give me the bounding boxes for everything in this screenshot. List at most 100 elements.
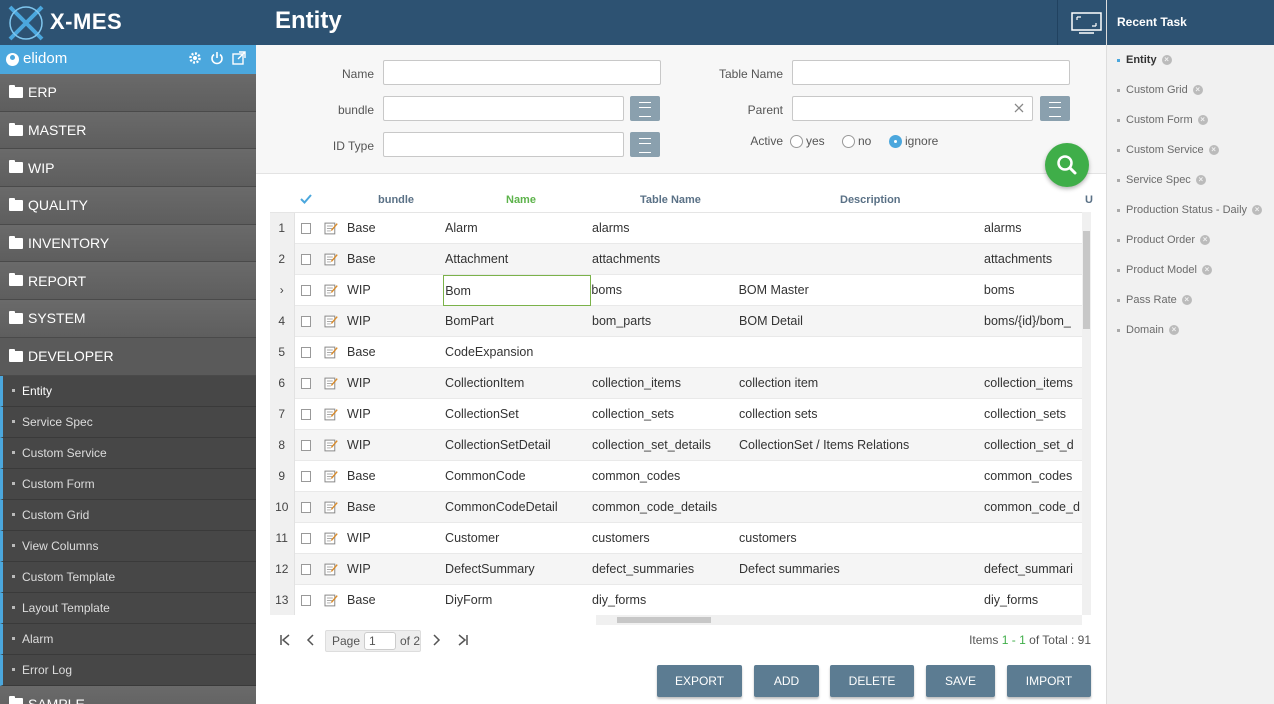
row-checkbox[interactable] [300, 470, 312, 482]
cell-name[interactable]: CollectionItem [445, 368, 592, 399]
edit-icon[interactable] [324, 438, 339, 452]
first-page-icon[interactable] [279, 634, 291, 646]
submenu-item-custom-form[interactable]: Custom Form [0, 468, 256, 500]
cell-bundle[interactable]: Base [347, 593, 445, 607]
submenu-item-service-spec[interactable]: Service Spec [0, 406, 256, 438]
cell-table-name[interactable]: defect_summaries [592, 562, 739, 576]
cell-url[interactable]: diy_forms [984, 593, 1082, 607]
table-row[interactable]: 10 Base CommonCodeDetail common_code_detail… [270, 491, 1082, 523]
column-header-url[interactable]: U [1085, 194, 1093, 206]
cell-name[interactable]: DefectSummary [445, 554, 592, 585]
cell-name[interactable]: Alarm [445, 213, 592, 244]
edit-icon[interactable] [324, 376, 339, 390]
menu-item-inventory[interactable]: INVENTORY [0, 224, 256, 263]
parent-search-button[interactable] [1040, 96, 1070, 121]
menu-item-sample[interactable]: SAMPLE [0, 685, 256, 704]
delete-button[interactable]: DELETE [830, 665, 914, 697]
fullscreen-monitor-icon[interactable] [1071, 12, 1102, 34]
cell-name[interactable]: DiyForm [445, 585, 592, 616]
add-button[interactable]: ADD [754, 665, 819, 697]
menu-item-system[interactable]: SYSTEM [0, 300, 256, 338]
cell-table-name[interactable]: boms [591, 283, 738, 297]
id-type-picker-button[interactable] [630, 132, 660, 157]
cell-table-name[interactable]: collection_set_details [592, 438, 739, 452]
next-page-icon[interactable] [430, 634, 442, 646]
column-header-bundle[interactable]: bundle [378, 194, 414, 206]
close-icon[interactable]: × [1208, 145, 1219, 155]
recent-task-item[interactable]: Entity × [1107, 45, 1274, 75]
scrollbar-thumb[interactable] [1083, 231, 1090, 329]
cell-name[interactable]: CodeExpansion [445, 337, 592, 368]
cell-url[interactable]: attachments [984, 252, 1082, 266]
row-checkbox[interactable] [300, 408, 312, 420]
cell-bundle[interactable]: WIP [347, 314, 445, 328]
table-name-input[interactable] [792, 60, 1070, 85]
row-checkbox[interactable] [300, 377, 312, 389]
table-row[interactable]: 8 WIP CollectionSetDetail collection_set_de… [270, 429, 1082, 461]
menu-item-report[interactable]: REPORT [0, 262, 256, 301]
submenu-item-custom-template[interactable]: Custom Template [0, 561, 256, 593]
row-checkbox[interactable] [300, 346, 312, 358]
cell-name[interactable]: CommonCode [445, 461, 592, 492]
row-checkbox[interactable] [300, 284, 312, 296]
recent-task-item[interactable]: Production Status - Daily × [1107, 195, 1274, 225]
cell-bundle[interactable]: Base [347, 469, 445, 483]
table-row[interactable]: 12 WIP DefectSummary defect_summaries Defect… [270, 553, 1082, 585]
scrollbar-thumb[interactable] [617, 617, 711, 623]
radio-button[interactable] [889, 134, 902, 148]
row-checkbox[interactable] [300, 315, 312, 327]
horizontal-scrollbar[interactable] [596, 615, 1082, 625]
close-icon[interactable]: × [1197, 115, 1208, 125]
cell-table-name[interactable]: common_code_details [592, 500, 739, 514]
edit-icon[interactable] [324, 283, 339, 297]
active-radio-no[interactable]: no [842, 134, 871, 148]
cell-description[interactable]: collection item [739, 376, 984, 390]
close-icon[interactable]: × [1201, 265, 1212, 275]
external-link-icon[interactable] [232, 51, 246, 65]
table-row[interactable]: 1 Base Alarm alarms alarms [270, 213, 1082, 244]
row-checkbox[interactable] [300, 501, 312, 513]
search-button[interactable] [1045, 143, 1089, 187]
submenu-item-view-columns[interactable]: View Columns [0, 530, 256, 562]
submenu-item-custom-grid[interactable]: Custom Grid [0, 499, 256, 531]
recent-task-item[interactable]: Custom Grid × [1107, 75, 1274, 105]
submenu-item-custom-service[interactable]: Custom Service [0, 437, 256, 469]
edit-icon[interactable] [324, 407, 339, 421]
column-header-description[interactable]: Description [840, 194, 901, 206]
close-icon[interactable]: × [1200, 235, 1211, 245]
bundle-input[interactable] [383, 96, 624, 121]
cell-table-name[interactable]: bom_parts [592, 314, 739, 328]
close-icon[interactable]: × [1195, 175, 1206, 185]
table-row[interactable]: 6 WIP CollectionItem collection_items collec… [270, 367, 1082, 399]
edit-icon[interactable] [324, 314, 339, 328]
recent-task-item[interactable]: Pass Rate × [1107, 285, 1274, 315]
table-row[interactable]: 2 Base Attachment attachments attachments [270, 243, 1082, 275]
row-checkbox[interactable] [300, 439, 312, 451]
cell-description[interactable]: customers [739, 531, 984, 545]
cell-bundle[interactable]: Base [347, 221, 445, 235]
close-icon[interactable]: × [1181, 295, 1192, 305]
row-checkbox[interactable] [300, 594, 312, 606]
cell-description[interactable]: BOM Master [739, 283, 984, 297]
cell-name[interactable]: Bom [443, 274, 592, 306]
cell-name[interactable]: Customer [445, 523, 592, 554]
edit-icon[interactable] [324, 593, 339, 607]
cell-url[interactable]: common_codes [984, 469, 1082, 483]
table-row[interactable]: 7 WIP CollectionSet collection_sets collecti… [270, 398, 1082, 430]
row-checkbox[interactable] [300, 532, 312, 544]
active-radio-ignore[interactable]: ignore [889, 134, 938, 148]
recent-task-item[interactable]: Custom Form × [1107, 105, 1274, 135]
cell-table-name[interactable]: customers [592, 531, 739, 545]
row-checkbox[interactable] [300, 563, 312, 575]
cell-bundle[interactable]: Base [347, 345, 445, 359]
cell-table-name[interactable]: collection_sets [592, 407, 739, 421]
edit-icon[interactable] [324, 562, 339, 576]
export-button[interactable]: EXPORT [657, 665, 742, 697]
edit-icon[interactable] [324, 221, 339, 235]
cell-url[interactable]: boms [984, 283, 1082, 297]
cell-url[interactable]: collection_sets [984, 407, 1082, 421]
prev-page-icon[interactable] [305, 634, 317, 646]
edit-icon[interactable] [324, 531, 339, 545]
edit-icon[interactable] [324, 500, 339, 514]
edit-icon[interactable] [324, 252, 339, 266]
